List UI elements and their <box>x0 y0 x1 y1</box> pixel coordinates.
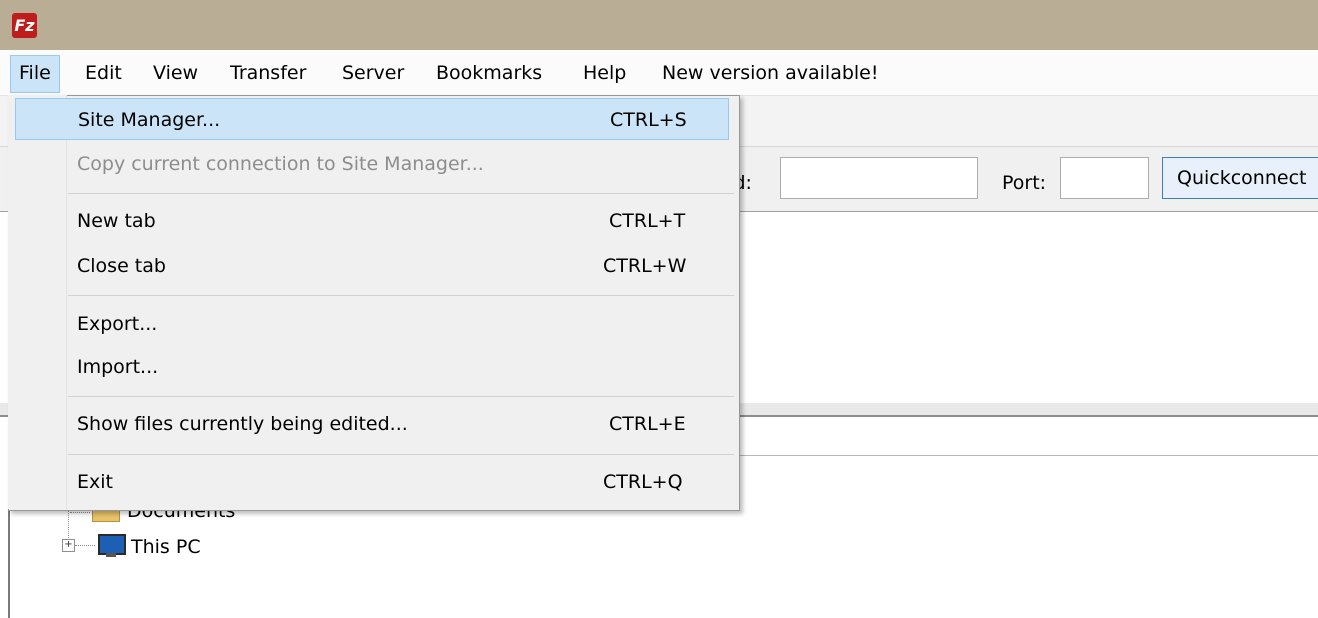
menu-item-show-edited-files[interactable]: Show files currently being edited... CTR… <box>15 403 729 445</box>
menu-item-label: Export... <box>77 313 158 335</box>
menu-item-shortcut: CTRL+S <box>610 109 687 131</box>
password-field[interactable] <box>780 157 978 199</box>
menu-bookmarks[interactable]: Bookmarks <box>428 55 550 91</box>
menu-edit[interactable]: Edit <box>77 55 130 91</box>
expand-icon[interactable]: + <box>62 539 75 552</box>
filezilla-logo-icon[interactable]: Fz <box>12 13 37 38</box>
title-bar <box>0 0 1318 50</box>
menu-item-label: Site Manager... <box>78 109 221 131</box>
menu-view[interactable]: View <box>145 55 206 91</box>
menu-item-export[interactable]: Export... <box>15 303 729 345</box>
menu-item-label: Exit <box>77 471 113 493</box>
computer-icon <box>98 534 126 555</box>
menu-item-label: New tab <box>77 210 156 232</box>
menu-item-label: Show files currently being edited... <box>77 413 408 435</box>
menu-separator <box>68 454 734 455</box>
menu-separator <box>68 295 734 296</box>
menu-transfer[interactable]: Transfer <box>222 55 314 91</box>
port-label: Port: <box>1002 172 1047 194</box>
menu-separator <box>68 193 734 194</box>
computer-stand <box>106 553 116 557</box>
menu-item-shortcut: CTRL+Q <box>603 471 683 493</box>
tree-line <box>70 512 90 513</box>
menu-separator <box>68 396 734 397</box>
menu-item-shortcut: CTRL+E <box>609 413 686 435</box>
menu-item-label: Import... <box>77 356 159 378</box>
menu-server[interactable]: Server <box>334 55 412 91</box>
menu-item-exit[interactable]: Exit CTRL+Q <box>15 461 729 503</box>
menu-item-new-tab[interactable]: New tab CTRL+T <box>15 200 729 242</box>
menu-item-label: Copy current connection to Site Manager.… <box>77 153 484 175</box>
menu-help[interactable]: Help <box>575 55 634 91</box>
menu-item-close-tab[interactable]: Close tab CTRL+W <box>15 245 729 287</box>
port-field[interactable] <box>1060 157 1149 199</box>
menu-new-version[interactable]: New version available! <box>654 55 887 91</box>
tree-item-this-pc[interactable]: This PC <box>131 536 201 558</box>
quickconnect-button[interactable]: Quickconnect <box>1162 157 1318 199</box>
menu-item-shortcut: CTRL+W <box>603 255 687 277</box>
menu-item-shortcut: CTRL+T <box>609 210 686 232</box>
menu-item-import[interactable]: Import... <box>15 346 729 388</box>
menu-file[interactable]: File <box>10 55 60 93</box>
menu-item-site-manager[interactable]: Site Manager... CTRL+S <box>15 98 729 140</box>
menu-item-label: Close tab <box>77 255 166 277</box>
menu-item-copy-connection[interactable]: Copy current connection to Site Manager.… <box>15 143 729 185</box>
tree-line <box>75 545 95 546</box>
